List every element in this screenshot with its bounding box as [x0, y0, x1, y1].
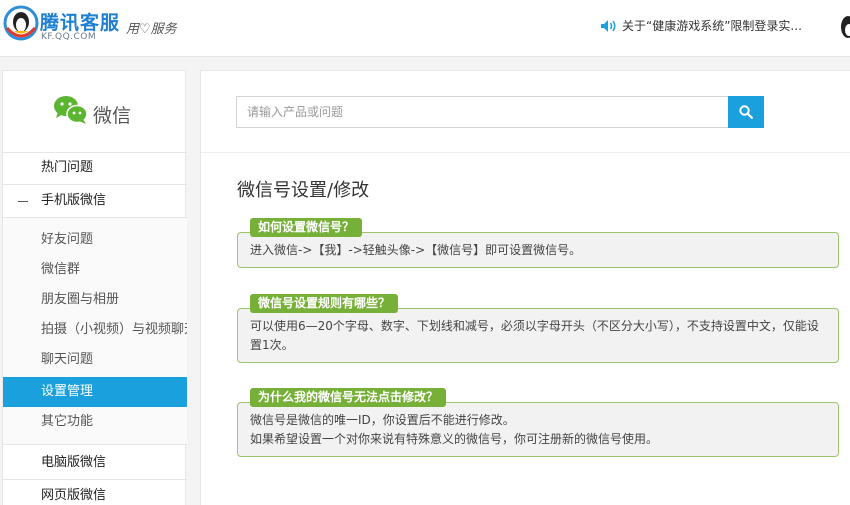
logo-subtitle: KF.QQ.COM — [41, 32, 97, 42]
faq-question: 为什么我的微信号无法点击修改？ — [250, 388, 447, 407]
sidebar-item-web-wechat[interactable]: 网页版微信 — [3, 481, 187, 505]
sidebar-brand: 微信 — [3, 71, 187, 153]
faq-question: 微信号设置规则有哪些？ — [250, 294, 399, 313]
notice-text: 关于“健康游戏系统”限制登录实... — [622, 19, 802, 33]
sidebar-item-label: 手机版微信 — [41, 193, 107, 208]
faq-answer: 进入微信->【我】->轻触头像->【微信号】即可设置微信号。 — [250, 243, 582, 257]
search-bar — [236, 96, 764, 128]
faq-question: 如何设置微信号？ — [250, 218, 363, 237]
sidebar-divider — [3, 444, 187, 445]
page-title: 微信号设置/修改 — [237, 180, 370, 201]
search-button[interactable] — [728, 96, 764, 128]
sidebar-divider — [3, 184, 187, 185]
faq-answer-line: 如果希望设置一个对你来说有特殊意义的微信号，你可注册新的微信号使用。 — [250, 432, 659, 446]
main-content: 微信号设置/修改 如何设置微信号？ 进入微信->【我】->轻触头像->【微信号】… — [200, 70, 850, 505]
sidebar-item-mobile-wechat[interactable]: 手机版微信 — [3, 186, 187, 216]
notice-link[interactable]: 关于“健康游戏系统”限制登录实... — [600, 17, 802, 34]
faq-item: 为什么我的微信号无法点击修改？ 微信号是微信的唯一ID，你设置后不能进行修改。 … — [237, 388, 839, 457]
sidebar-item-pc-wechat[interactable]: 电脑版微信 — [3, 448, 187, 478]
brand-name: 微信 — [93, 105, 132, 127]
sidebar-item-video[interactable]: 拍摄（小视频）与视频聊天 — [3, 315, 187, 345]
top-header: 腾讯客服 KF.QQ.COM 用♡服务 关于“健康游戏系统”限制登录实... — [0, 0, 850, 57]
sidebar-item-hot-questions[interactable]: 热门问题 — [3, 153, 187, 183]
tencent-penguin-logo-icon[interactable] — [2, 4, 42, 44]
sidebar: 微信 热门问题 手机版微信 好友问题 微信群 朋友圈与相册 拍摄（小视频）与视频… — [2, 70, 187, 505]
sidebar-item-groups[interactable]: 微信群 — [3, 255, 187, 285]
logo-title[interactable]: 腾讯客服 — [40, 8, 120, 35]
slogan: 用♡服务 — [126, 22, 177, 37]
faq-answer-line: 微信号是微信的唯一ID，你设置后不能进行修改。 — [250, 413, 515, 427]
penguin-avatar-icon[interactable] — [838, 14, 850, 40]
sidebar-item-moments[interactable]: 朋友圈与相册 — [3, 285, 187, 315]
search-input[interactable] — [236, 96, 728, 128]
speaker-icon — [601, 19, 616, 32]
section-divider — [201, 152, 850, 153]
wechat-logo-icon — [54, 96, 88, 124]
sidebar-item-settings[interactable]: 设置管理 — [3, 377, 187, 407]
collapse-dash-icon — [18, 201, 28, 202]
faq-answer: 微信号是微信的唯一ID，你设置后不能进行修改。 如果希望设置一个对你来说有特殊意… — [250, 411, 828, 449]
faq-item: 如何设置微信号？ 进入微信->【我】->轻触头像->【微信号】即可设置微信号。 — [237, 218, 839, 268]
sidebar-item-other[interactable]: 其它功能 — [3, 407, 187, 437]
sidebar-divider — [3, 479, 187, 480]
sidebar-item-friends[interactable]: 好友问题 — [3, 225, 187, 255]
sidebar-item-chat[interactable]: 聊天问题 — [3, 345, 187, 375]
faq-answer: 可以使用6—20个字母、数字、下划线和减号，必须以字母开头（不区分大小写），不支… — [250, 319, 819, 352]
search-icon — [739, 105, 753, 119]
faq-item: 微信号设置规则有哪些？ 可以使用6—20个字母、数字、下划线和减号，必须以字母开… — [237, 294, 839, 363]
